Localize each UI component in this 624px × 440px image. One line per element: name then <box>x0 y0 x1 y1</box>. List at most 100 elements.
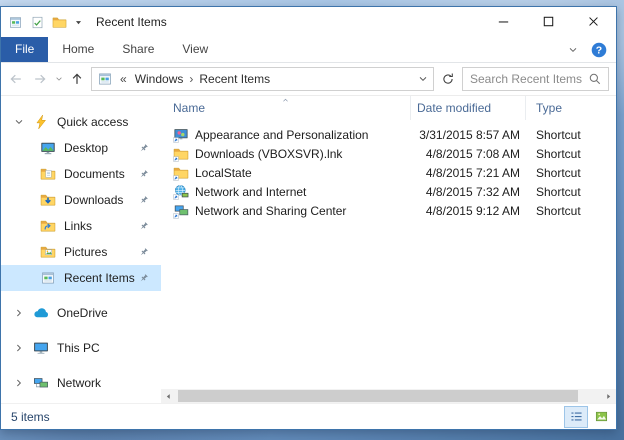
pin-icon[interactable] <box>137 246 150 259</box>
file-date-modified: 4/8/2015 7:21 AM <box>425 165 520 180</box>
large-icons-view-button[interactable] <box>589 406 613 428</box>
file-row[interactable]: LocalState 4/8/2015 7:21 AM Shortcut <box>161 163 616 182</box>
sidebar-item-label: OneDrive <box>57 306 108 320</box>
sidebar-item-label: Downloads <box>64 193 124 207</box>
sidebar-item-this-pc[interactable]: This PC <box>1 335 161 361</box>
file-name-cell: Network and Internet <box>161 184 411 200</box>
sidebar-item-desktop[interactable]: Desktop <box>1 135 161 161</box>
search-input[interactable] <box>463 72 588 86</box>
ribbon-tabs: File Home Share View <box>1 37 222 62</box>
file-name: Network and Sharing Center <box>195 203 347 218</box>
up-button[interactable] <box>65 67 89 91</box>
chevron-right-icon[interactable] <box>14 343 24 353</box>
details-view-button[interactable] <box>564 405 588 428</box>
expand-ribbon-icon[interactable] <box>568 45 578 55</box>
scrollbar-thumb[interactable] <box>178 390 578 402</box>
scroll-left-arrow[interactable] <box>161 389 176 403</box>
chevron-right-icon[interactable] <box>14 308 24 318</box>
recent-icon <box>40 270 56 286</box>
pin-icon[interactable] <box>137 220 150 233</box>
sidebar-item-links[interactable]: Links <box>1 213 161 239</box>
pc-icon <box>33 340 49 356</box>
pin-icon[interactable] <box>137 272 150 285</box>
breadcrumb-item-recent-items[interactable]: Recent Items <box>194 72 275 86</box>
scroll-right-arrow[interactable] <box>601 389 616 403</box>
file-row[interactable]: Downloads (VBOXSVR).lnk 4/8/2015 7:08 AM S… <box>161 144 616 163</box>
forward-button[interactable] <box>28 67 52 91</box>
folder-sc-icon <box>173 146 189 162</box>
explorer-window-icon <box>8 15 23 30</box>
search-box[interactable] <box>462 67 609 91</box>
folder-pic-icon <box>40 244 56 260</box>
net-share-icon <box>173 203 189 219</box>
maximize-button[interactable] <box>526 7 571 36</box>
column-headers: Name Date modified Type <box>161 96 616 120</box>
sidebar-item-quick-access[interactable]: Quick access <box>1 109 161 135</box>
breadcrumb-separator: › <box>189 72 194 86</box>
qat-dropdown-caret-icon[interactable] <box>74 18 83 27</box>
file-date-modified: 4/8/2015 9:12 AM <box>425 203 520 218</box>
sort-ascending-icon[interactable] <box>280 97 291 103</box>
column-header-name[interactable]: Name <box>161 96 411 120</box>
pin-icon[interactable] <box>137 142 150 155</box>
ribbon-tab-file[interactable]: File <box>1 37 49 62</box>
file-name: Network and Internet <box>195 184 307 199</box>
file-name: Downloads (VBOXSVR).lnk <box>195 146 343 161</box>
file-type: Shortcut <box>536 127 581 142</box>
file-row[interactable]: Network and Internet 4/8/2015 7:32 AM Shor… <box>161 182 616 201</box>
close-button[interactable] <box>571 7 616 36</box>
pin-icon[interactable] <box>137 194 150 207</box>
desktop-icon <box>40 140 56 156</box>
ribbon-tab-view[interactable]: View <box>168 37 222 62</box>
refresh-button[interactable] <box>436 67 460 91</box>
properties-icon[interactable] <box>30 15 45 30</box>
sidebar-item-pictures[interactable]: Pictures <box>1 239 161 265</box>
items-count: 5 items <box>11 409 50 424</box>
address-dropdown-icon[interactable] <box>418 74 428 84</box>
explorer-window: Recent Items File Home Share View « Window <box>0 6 617 430</box>
ribbon: File Home Share View <box>1 37 616 63</box>
back-button[interactable] <box>4 67 28 91</box>
large-icons-view-icon <box>594 409 609 424</box>
recent-locations-dropdown[interactable] <box>52 67 65 91</box>
sidebar-item-network[interactable]: Network <box>1 370 161 396</box>
file-name-cell: Network and Sharing Center <box>161 203 411 219</box>
file-row[interactable]: Appearance and Personalization 3/31/2015 … <box>161 125 616 144</box>
titlebar[interactable]: Recent Items <box>1 7 616 37</box>
lightning-icon <box>33 114 49 130</box>
address-bar[interactable]: « Windows › Recent Items <box>91 67 434 91</box>
horizontal-scrollbar[interactable] <box>161 389 616 403</box>
pin-icon[interactable] <box>137 168 150 181</box>
breadcrumb-overflow[interactable]: « <box>120 72 127 86</box>
minimize-button[interactable] <box>481 7 526 36</box>
folder-sc-icon <box>173 165 189 181</box>
file-date-modified: 3/31/2015 8:57 AM <box>419 127 520 142</box>
file-row[interactable]: Network and Sharing Center 4/8/2015 9:12 … <box>161 201 616 220</box>
sidebar-item-onedrive[interactable]: OneDrive <box>1 300 161 326</box>
sidebar-item-recent-items[interactable]: Recent Items <box>1 265 161 291</box>
search-icon[interactable] <box>588 72 602 86</box>
chevron-right-icon[interactable] <box>14 378 24 388</box>
sidebar-item-downloads[interactable]: Downloads <box>1 187 161 213</box>
file-date-modified: 4/8/2015 7:32 AM <box>425 184 520 199</box>
column-header-date-modified[interactable]: Date modified <box>411 96 526 120</box>
column-header-type[interactable]: Type <box>526 96 616 120</box>
address-bar-row: « Windows › Recent Items <box>1 63 616 96</box>
view-toggles <box>563 405 616 428</box>
help-icon[interactable] <box>591 42 607 58</box>
breadcrumb-item-windows[interactable]: Windows <box>130 72 189 86</box>
column-header-label: Type <box>536 101 563 115</box>
ribbon-tab-share[interactable]: Share <box>108 37 168 62</box>
sidebar-item-label: Desktop <box>64 141 109 155</box>
sidebar-item-documents[interactable]: Documents <box>1 161 161 187</box>
chevron-down-icon[interactable] <box>14 117 24 127</box>
new-folder-icon[interactable] <box>52 15 67 30</box>
sidebar-item-label: Network <box>57 376 102 390</box>
cloud-icon <box>33 305 49 321</box>
sidebar-item-label: Quick access <box>57 115 129 129</box>
window-controls <box>481 7 616 36</box>
scrollbar-track[interactable] <box>176 389 601 403</box>
sidebar-item-label: Documents <box>64 167 125 181</box>
ribbon-tab-home[interactable]: Home <box>48 37 108 62</box>
file-name-cell: LocalState <box>161 165 411 181</box>
